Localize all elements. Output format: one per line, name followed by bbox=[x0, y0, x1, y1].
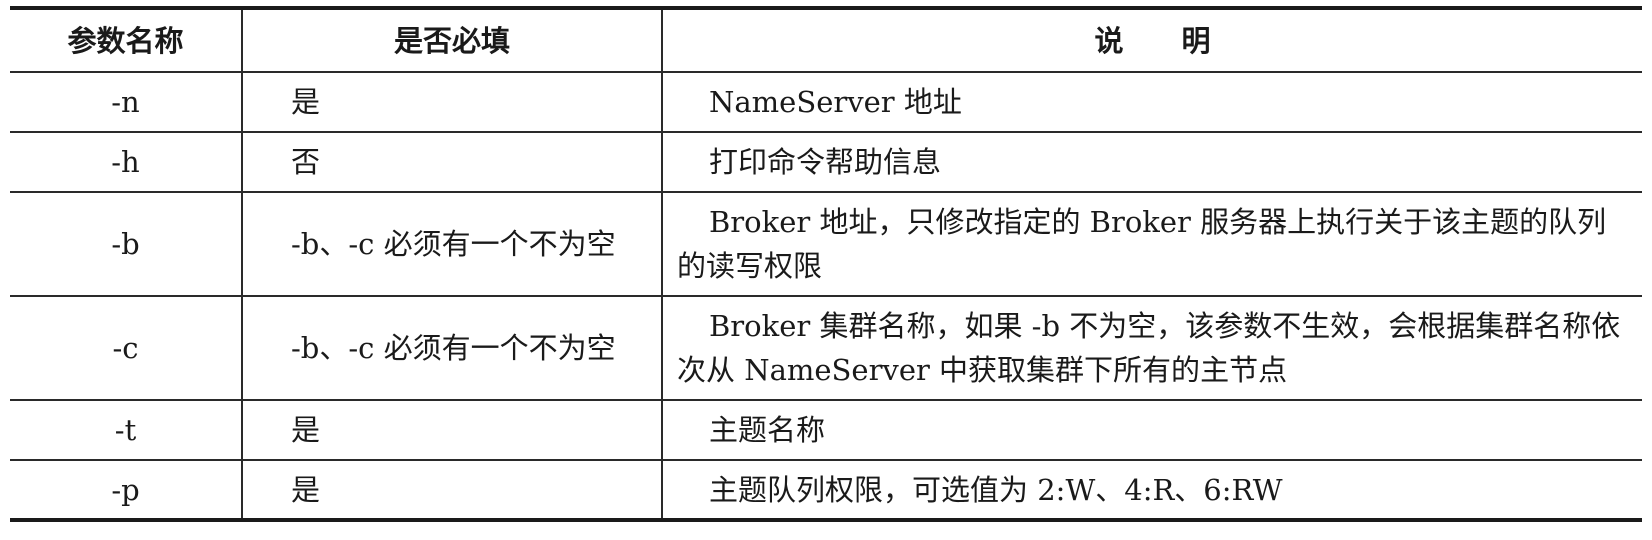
description-text: 打印命令帮助信息 bbox=[709, 145, 942, 179]
parameter-table: 参数名称 是否必填 说明 -n 是 NameServer 地址 -h 否 打印命… bbox=[10, 6, 1642, 522]
param-cell: -c bbox=[10, 295, 243, 401]
description-cell: 主题队列权限，可选值为 2:W、4:R、6:RW bbox=[661, 459, 1642, 521]
header-row: 参数名称 是否必填 说明 bbox=[10, 7, 1642, 73]
description-text: NameServer 地址 bbox=[709, 85, 962, 119]
required-cell: -b、-c 必须有一个不为空 bbox=[241, 191, 663, 297]
param-cell: -p bbox=[10, 459, 243, 521]
param-cell: -t bbox=[10, 399, 243, 461]
table-row: -c -b、-c 必须有一个不为空 Broker 集群名称，如果 -b 不为空，… bbox=[10, 295, 1642, 401]
table-header: 参数名称 是否必填 说明 bbox=[10, 7, 1642, 73]
table-row: -h 否 打印命令帮助信息 bbox=[10, 131, 1642, 193]
description-cell: 主题名称 bbox=[661, 399, 1642, 461]
header-param: 参数名称 bbox=[10, 7, 243, 73]
table-row: -t 是 主题名称 bbox=[10, 399, 1642, 461]
param-cell: -b bbox=[10, 191, 243, 297]
description-text: Broker 集群名称，如果 -b 不为空，该参数不生效，会根据集群名称依次从 … bbox=[677, 309, 1621, 387]
required-cell: 是 bbox=[241, 459, 663, 521]
table-body: -n 是 NameServer 地址 -h 否 打印命令帮助信息 -b -b、-… bbox=[10, 71, 1642, 521]
header-required: 是否必填 bbox=[241, 7, 663, 73]
description-cell: 打印命令帮助信息 bbox=[661, 131, 1642, 193]
description-cell: NameServer 地址 bbox=[661, 71, 1642, 133]
param-cell: -h bbox=[10, 131, 243, 193]
required-cell: 否 bbox=[241, 131, 663, 193]
description-text: 主题名称 bbox=[709, 413, 826, 447]
table-row: -b -b、-c 必须有一个不为空 Broker 地址，只修改指定的 Broke… bbox=[10, 191, 1642, 297]
description-text: 主题队列权限，可选值为 2:W、4:R、6:RW bbox=[709, 472, 1283, 507]
description-cell: Broker 集群名称，如果 -b 不为空，该参数不生效，会根据集群名称依次从 … bbox=[661, 295, 1642, 401]
description-cell: Broker 地址，只修改指定的 Broker 服务器上执行关于该主题的队列的读… bbox=[661, 191, 1642, 297]
header-description: 说明 bbox=[661, 7, 1642, 73]
required-cell: 是 bbox=[241, 399, 663, 461]
param-cell: -n bbox=[10, 71, 243, 133]
table-row: -n 是 NameServer 地址 bbox=[10, 71, 1642, 133]
table-row: -p 是 主题队列权限，可选值为 2:W、4:R、6:RW bbox=[10, 459, 1642, 521]
description-text: Broker 地址，只修改指定的 Broker 服务器上执行关于该主题的队列的读… bbox=[677, 205, 1607, 283]
required-cell: 是 bbox=[241, 71, 663, 133]
required-cell: -b、-c 必须有一个不为空 bbox=[241, 295, 663, 401]
